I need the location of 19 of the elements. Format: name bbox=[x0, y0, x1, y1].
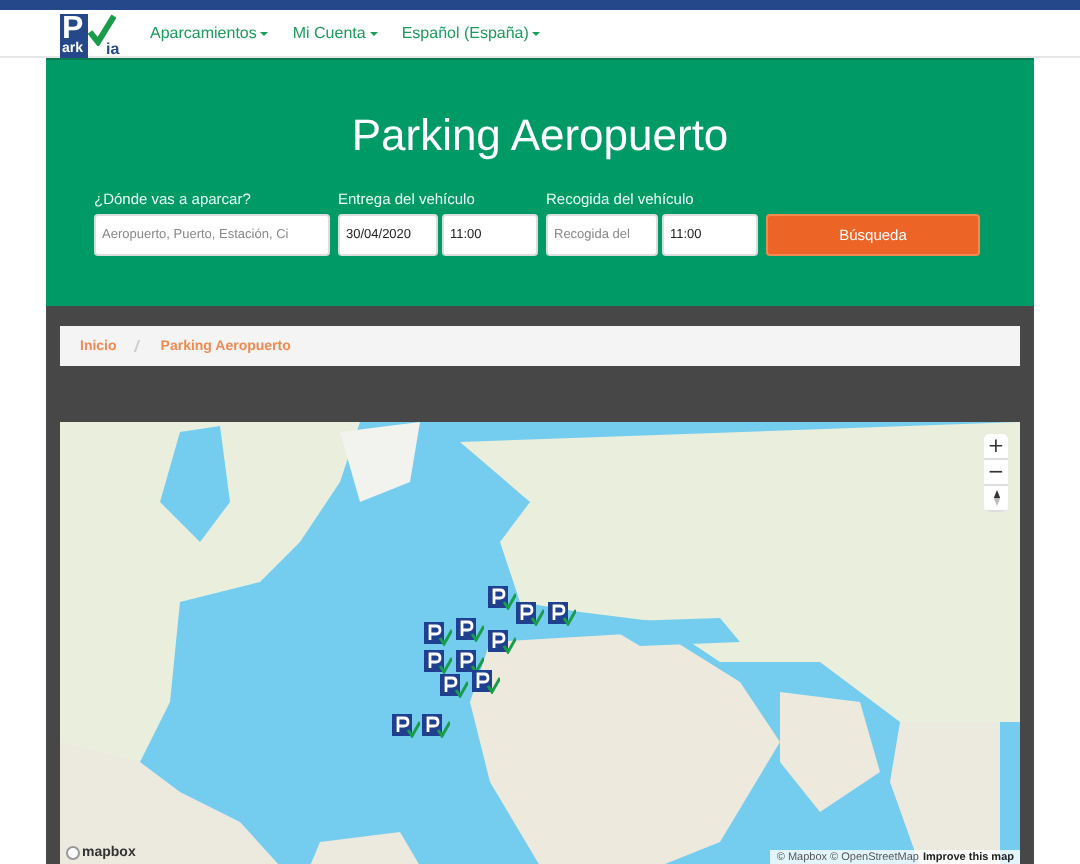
parking-marker-icon[interactable] bbox=[456, 618, 484, 642]
breadcrumb-separator bbox=[134, 340, 143, 352]
parking-marker-icon[interactable] bbox=[488, 630, 516, 654]
parking-marker-icon[interactable] bbox=[424, 650, 452, 674]
parking-marker-icon[interactable] bbox=[422, 714, 450, 738]
parking-marker-icon[interactable] bbox=[472, 670, 500, 694]
nav-menu[interactable]: Aparcamientos bbox=[150, 24, 269, 42]
page-title: Parking Aeropuerto bbox=[349, 108, 731, 164]
nav-menu[interactable]: Mi Cuenta bbox=[292, 24, 378, 42]
nav-menu[interactable]: Español (España) bbox=[401, 24, 541, 42]
zoom-button[interactable]: + bbox=[984, 434, 1008, 460]
parking-marker-icon[interactable] bbox=[548, 602, 576, 626]
parking-marker-icon[interactable] bbox=[392, 714, 420, 738]
parking-marker-icon[interactable] bbox=[424, 622, 452, 646]
compass-icon bbox=[991, 490, 1001, 506]
parking-marker-icon[interactable] bbox=[516, 602, 544, 626]
compass-button[interactable] bbox=[984, 486, 1008, 512]
parking-marker-icon[interactable] bbox=[488, 586, 516, 610]
parking-marker-icon[interactable] bbox=[440, 674, 468, 698]
